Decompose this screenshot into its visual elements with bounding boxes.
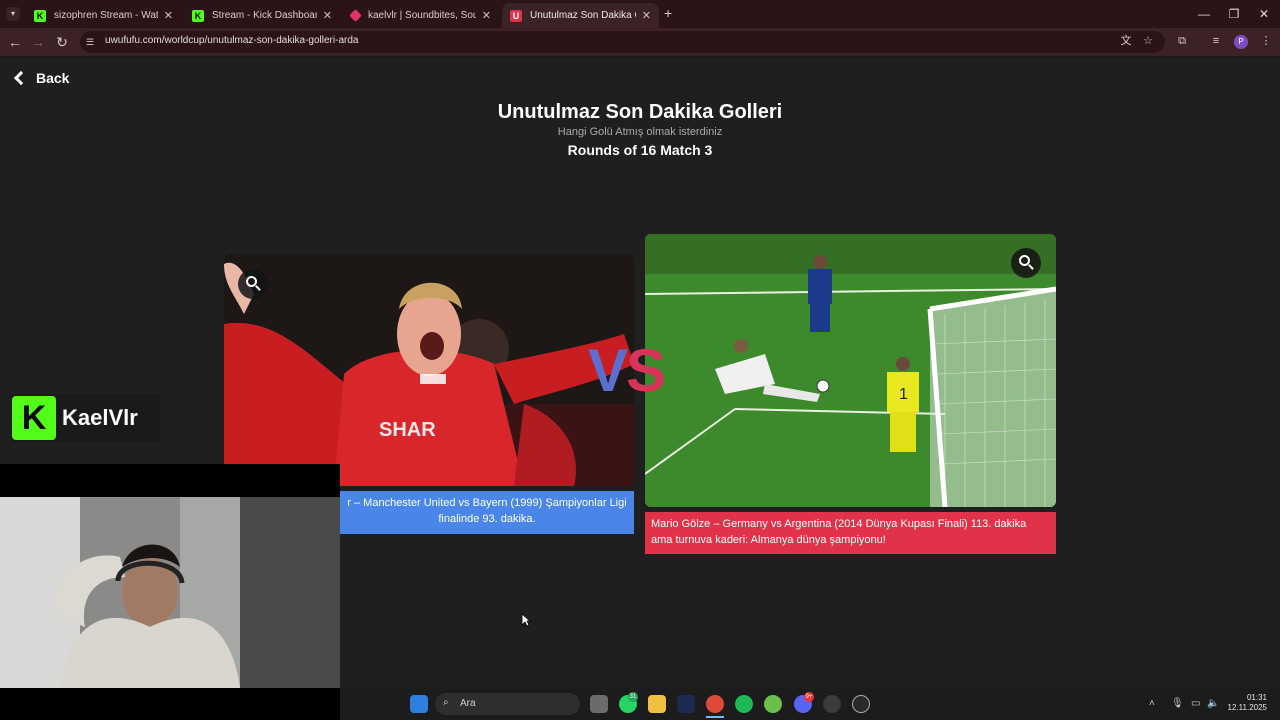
- tab-unutulmaz-son-dakika[interactable]: U Unutulmaz Son Dakika Golleri | ✕: [502, 3, 659, 28]
- vpn-app-icon[interactable]: [677, 695, 695, 713]
- steam-icon[interactable]: [823, 695, 841, 713]
- kick-icon: K: [34, 9, 46, 22]
- close-window-button[interactable]: ✕: [1249, 4, 1279, 24]
- left-option-caption[interactable]: r – Manchester United vs Bayern (1999) Ş…: [340, 491, 634, 534]
- uwufufu-icon: U: [510, 9, 522, 22]
- taskbar-search[interactable]: [435, 693, 580, 715]
- back-link[interactable]: Back: [12, 70, 69, 86]
- tray-overflow-icon[interactable]: ˄: [1149, 698, 1155, 709]
- vs-label: VS: [588, 336, 666, 405]
- tab-title: kaelvlr | Soundbites, Sounds M: [368, 10, 476, 21]
- taskbar-clock[interactable]: 01:31 12.11.2025: [1225, 693, 1267, 713]
- mouse-cursor-icon: [521, 613, 531, 627]
- extensions-icon[interactable]: ⧉: [1174, 33, 1190, 49]
- right-option-image[interactable]: 1: [645, 234, 1056, 507]
- forward-nav-button[interactable]: →: [28, 32, 48, 52]
- right-option-caption[interactable]: Mario Gölze – Germany vs Argentina (2014…: [645, 512, 1056, 554]
- chrome-icon[interactable]: [706, 695, 724, 713]
- zoom-handle: [1028, 264, 1034, 270]
- taskbar-search-placeholder: Ara: [460, 698, 476, 709]
- tab-kick-dashboard[interactable]: K Stream - Kick Dashboard ✕: [184, 3, 340, 28]
- zoom-left-button[interactable]: [238, 269, 268, 299]
- whatsapp-badge: 31: [628, 692, 638, 702]
- restore-button[interactable]: ❐: [1219, 4, 1249, 24]
- tab-kaelvlr-soundbites[interactable]: kaelvlr | Soundbites, Sounds M ✕: [343, 3, 499, 28]
- network-icon[interactable]: ▭: [1191, 698, 1200, 709]
- close-tab-icon[interactable]: ✕: [164, 9, 173, 22]
- right-photo: 1: [645, 234, 1056, 507]
- kick-icon: K: [192, 9, 204, 22]
- menu-icon[interactable]: ⋮: [1258, 33, 1274, 49]
- vs-s: S: [626, 337, 666, 404]
- task-view-icon[interactable]: [590, 695, 608, 713]
- translate-icon[interactable]: 文: [1118, 33, 1134, 49]
- minimize-button[interactable]: —: [1189, 4, 1219, 24]
- spotify-icon[interactable]: [735, 695, 753, 713]
- bookmark-star-icon[interactable]: ☆: [1140, 33, 1156, 49]
- profile-avatar[interactable]: P: [1234, 35, 1248, 49]
- left-option-image[interactable]: SHAR: [224, 254, 634, 486]
- soundbites-icon: [349, 9, 362, 22]
- reload-button[interactable]: ↻: [52, 32, 72, 52]
- search-icon: ⌕: [443, 697, 449, 708]
- streamer-name: KaelVlr: [62, 405, 138, 430]
- active-app-indicator: [706, 716, 724, 718]
- clock-date: 12.11.2025: [1227, 703, 1267, 712]
- tab-title: Unutulmaz Son Dakika Golleri |: [530, 10, 636, 21]
- windows-start-icon[interactable]: [410, 695, 428, 713]
- shirt-sponsor-text: SHAR: [379, 419, 436, 441]
- round-label: Rounds of 16 Match 3: [567, 142, 713, 158]
- webcam-image: [0, 497, 340, 688]
- obs-icon[interactable]: [852, 695, 870, 713]
- chevron-left-icon: [13, 70, 29, 86]
- tab-search-button[interactable]: ▾: [6, 7, 20, 21]
- clock-time: 01:31: [1246, 693, 1267, 702]
- volume-icon[interactable]: 🔈: [1207, 698, 1219, 709]
- close-tab-icon[interactable]: ✕: [323, 9, 332, 22]
- tab-strip: ▾ K sizophren Stream - Watch Live ✕ K St…: [0, 0, 1280, 28]
- zoom-handle: [255, 285, 261, 291]
- zoom-right-button[interactable]: [1011, 248, 1041, 278]
- microphone-icon[interactable]: 🎙: [1171, 698, 1184, 709]
- file-explorer-icon[interactable]: [648, 695, 666, 713]
- webcam-feed: [0, 497, 340, 688]
- close-tab-icon[interactable]: ✕: [642, 9, 651, 22]
- url-text[interactable]: uwufufu.com/worldcup/unutulmaz-son-dakik…: [105, 35, 358, 46]
- tab-title: Stream - Kick Dashboard: [212, 10, 317, 21]
- back-nav-button[interactable]: ←: [5, 32, 25, 52]
- media-control-icon[interactable]: ≡: [1208, 33, 1224, 49]
- left-photo: [224, 254, 634, 486]
- site-info-icon[interactable]: ☰: [86, 36, 98, 48]
- tab-title: sizophren Stream - Watch Live: [54, 10, 158, 21]
- close-tab-icon[interactable]: ✕: [482, 9, 491, 22]
- back-label: Back: [36, 70, 70, 86]
- tab-sizophren-stream[interactable]: K sizophren Stream - Watch Live ✕: [26, 3, 181, 28]
- discord-badge: 9+: [804, 692, 814, 702]
- utorrent-icon[interactable]: [764, 695, 782, 713]
- toolbar-divider: [0, 56, 1280, 58]
- svg-text:1: 1: [899, 386, 908, 403]
- vs-v: V: [588, 337, 628, 404]
- new-tab-button[interactable]: +: [664, 5, 672, 21]
- page-title: Unutulmaz Son Dakika Golleri: [497, 101, 783, 123]
- kick-logo-icon: K: [12, 396, 56, 440]
- page-subtitle: Hangi Golü Atmış olmak isterdiniz: [557, 126, 723, 138]
